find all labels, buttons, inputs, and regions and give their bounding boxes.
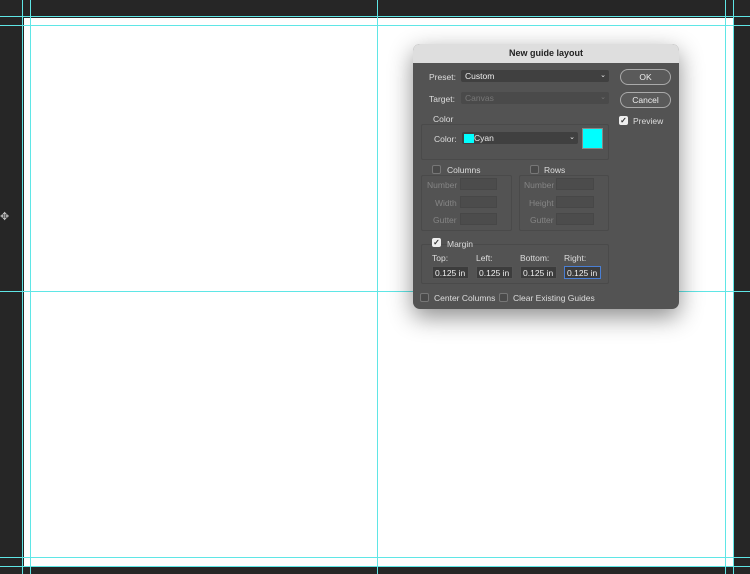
- target-value: Canvas: [465, 93, 494, 103]
- guide-vertical[interactable]: [377, 0, 378, 574]
- margin-top-input[interactable]: 0.125 in: [432, 266, 469, 279]
- preview-checkbox[interactable]: ✓: [619, 116, 628, 125]
- rows-number-label: Number: [524, 180, 555, 190]
- guide-vertical[interactable]: [733, 0, 734, 574]
- color-chip: [464, 134, 474, 144]
- target-label: Target:: [429, 94, 455, 104]
- columns-checkbox[interactable]: [432, 165, 441, 174]
- preview-label: Preview: [633, 116, 664, 126]
- preset-select[interactable]: Custom ⌄: [461, 70, 609, 82]
- color-select[interactable]: Cyan ⌄: [462, 132, 578, 144]
- chevron-down-icon: ⌄: [600, 94, 606, 101]
- target-select[interactable]: Canvas ⌄: [461, 92, 609, 104]
- margin-label: Margin: [447, 239, 473, 249]
- columns-number-label: Number: [427, 180, 458, 190]
- new-guide-layout-dialog: New guide layout Preset: Custom ⌄ OK Targ…: [413, 44, 679, 309]
- guide-horizontal[interactable]: [0, 25, 750, 26]
- columns-number-input[interactable]: [460, 178, 497, 190]
- guide-horizontal[interactable]: [0, 557, 750, 558]
- dialog-title: New guide layout: [413, 44, 679, 63]
- columns-gutter-label: Gutter: [433, 215, 457, 225]
- center-columns-checkbox[interactable]: [420, 293, 429, 302]
- clear-existing-guides-label: Clear Existing Guides: [513, 293, 595, 303]
- rows-number-input[interactable]: [556, 178, 594, 190]
- margin-right-label: Right:: [564, 253, 587, 263]
- color-label: Color:: [434, 134, 457, 144]
- guide-horizontal[interactable]: [0, 16, 750, 17]
- margin-bottom-input[interactable]: 0.125 in: [520, 266, 557, 279]
- margin-top-label: Top:: [432, 253, 449, 263]
- rows-checkbox[interactable]: [530, 165, 539, 174]
- margin-right-input[interactable]: 0.125 in: [564, 266, 601, 279]
- color-group-label: Color: [433, 114, 454, 124]
- chevron-down-icon: ⌄: [569, 134, 575, 141]
- guide-vertical[interactable]: [22, 0, 23, 574]
- rows-height-label: Height: [529, 198, 554, 208]
- preset-label: Preset:: [429, 72, 456, 82]
- margin-left-input[interactable]: 0.125 in: [476, 266, 513, 279]
- rows-label: Rows: [544, 165, 566, 175]
- guide-vertical[interactable]: [725, 0, 726, 574]
- clear-existing-guides-checkbox[interactable]: [499, 293, 508, 302]
- ok-button[interactable]: OK: [620, 69, 671, 85]
- margin-left-label: Left:: [476, 253, 493, 263]
- preset-value: Custom: [465, 71, 495, 81]
- color-swatch[interactable]: [582, 128, 603, 149]
- rows-height-input[interactable]: [556, 196, 594, 208]
- color-value: Cyan: [474, 133, 494, 143]
- columns-gutter-input[interactable]: [460, 213, 497, 225]
- move-cursor-icon: ✥: [0, 211, 10, 223]
- cancel-button[interactable]: Cancel: [620, 92, 671, 108]
- columns-width-label: Width: [435, 198, 457, 208]
- columns-label: Columns: [447, 165, 481, 175]
- guide-horizontal[interactable]: [0, 566, 750, 567]
- guide-vertical[interactable]: [30, 0, 31, 574]
- rows-gutter-label: Gutter: [530, 215, 554, 225]
- chevron-down-icon: ⌄: [600, 72, 606, 79]
- margin-checkbox[interactable]: ✓: [432, 238, 441, 247]
- center-columns-label: Center Columns: [434, 293, 496, 303]
- columns-width-input[interactable]: [460, 196, 497, 208]
- rows-gutter-input[interactable]: [556, 213, 594, 225]
- margin-bottom-label: Bottom:: [520, 253, 550, 263]
